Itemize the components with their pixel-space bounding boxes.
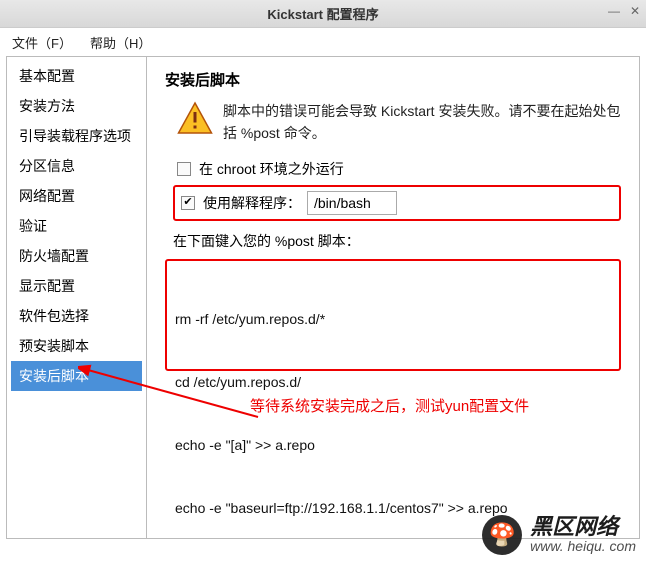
menu-file[interactable]: 文件（F）	[12, 33, 72, 52]
watermark-icon: 🍄	[482, 515, 522, 555]
warning-text: 脚本中的错误可能会导致 Kickstart 安装失败。请不要在起始处包括 %po…	[223, 100, 621, 145]
sidebar-item-pre-script[interactable]: 预安装脚本	[11, 331, 142, 361]
body: 基本配置 安装方法 引导装载程序选项 分区信息 网络配置 验证 防火墙配置 显示…	[6, 56, 640, 539]
chroot-checkbox[interactable]	[177, 162, 191, 176]
chroot-label: 在 chroot 环境之外运行	[199, 159, 344, 179]
chroot-row: 在 chroot 环境之外运行	[177, 159, 621, 179]
sidebar-item-partition[interactable]: 分区信息	[11, 151, 142, 181]
script-line: cd /etc/yum.repos.d/	[175, 372, 611, 393]
sidebar-item-bootloader[interactable]: 引导装载程序选项	[11, 121, 142, 151]
warning-row: 脚本中的错误可能会导致 Kickstart 安装失败。请不要在起始处包括 %po…	[177, 100, 621, 145]
close-icon[interactable]: ✕	[630, 4, 640, 18]
interpreter-label: 使用解释程序：	[203, 193, 301, 213]
menu-help[interactable]: 帮助（H）	[90, 33, 151, 52]
watermark-main: 黑区网络	[530, 515, 636, 539]
interpreter-checkbox[interactable]: ✔	[181, 196, 195, 210]
script-label: 在下面键入您的 %post 脚本：	[173, 231, 621, 251]
minimize-icon[interactable]: —	[608, 4, 620, 18]
sidebar-item-post-script[interactable]: 安装后脚本	[11, 361, 142, 391]
script-line: rm -rf /etc/yum.repos.d/*	[175, 309, 611, 330]
watermark-sub: www. heiqu. com	[530, 539, 636, 554]
script-textarea[interactable]: rm -rf /etc/yum.repos.d/* cd /etc/yum.re…	[165, 259, 621, 371]
content: 安装后脚本 脚本中的错误可能会导致 Kickstart 安装失败。请不要在起始处…	[147, 57, 639, 538]
interpreter-row: ✔ 使用解释程序：	[173, 185, 621, 221]
sidebar-item-install-method[interactable]: 安装方法	[11, 91, 142, 121]
sidebar: 基本配置 安装方法 引导装载程序选项 分区信息 网络配置 验证 防火墙配置 显示…	[7, 57, 147, 538]
sidebar-item-display[interactable]: 显示配置	[11, 271, 142, 301]
sidebar-item-auth[interactable]: 验证	[11, 211, 142, 241]
window-controls: — ✕	[608, 4, 640, 18]
sidebar-item-firewall[interactable]: 防火墙配置	[11, 241, 142, 271]
titlebar: Kickstart 配置程序 — ✕	[0, 0, 646, 28]
annotation-text: 等待系统安装完成之后，测试yun配置文件	[250, 395, 529, 416]
menubar: 文件（F） 帮助（H）	[0, 28, 646, 56]
sidebar-item-packages[interactable]: 软件包选择	[11, 301, 142, 331]
warning-icon	[177, 100, 213, 139]
interpreter-input[interactable]	[307, 191, 397, 215]
watermark-text: 黑区网络 www. heiqu. com	[530, 515, 636, 555]
sidebar-item-basic[interactable]: 基本配置	[11, 61, 142, 91]
watermark: 🍄 黑区网络 www. heiqu. com	[482, 515, 636, 555]
script-line: echo -e "[a]" >> a.repo	[175, 435, 611, 456]
page-title: 安装后脚本	[165, 69, 621, 90]
window-title: Kickstart 配置程序	[267, 4, 378, 23]
sidebar-item-network[interactable]: 网络配置	[11, 181, 142, 211]
